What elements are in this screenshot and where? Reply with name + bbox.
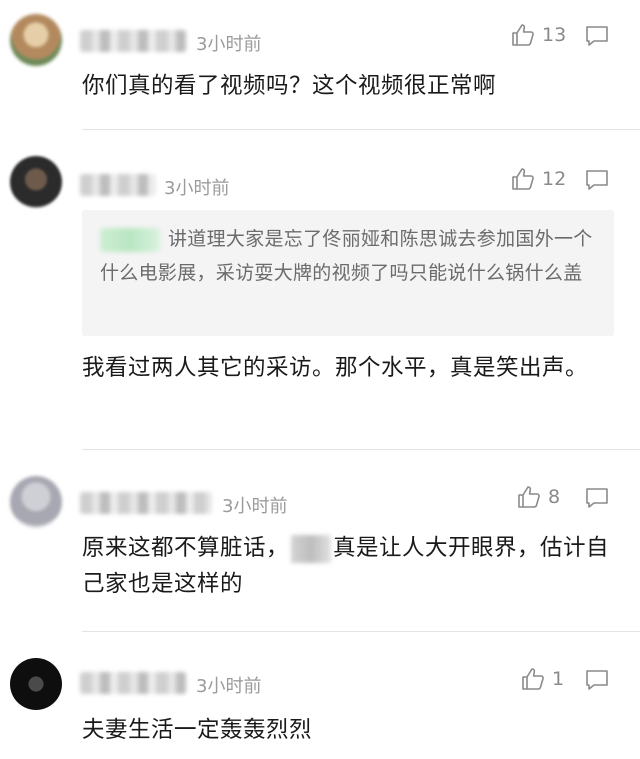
quoted-comment[interactable]: 讲道理大家是忘了佟丽娅和陈思诚去参加国外一个什么电影展，采访耍大牌的视频了吗只能… — [82, 210, 614, 336]
thumbs-up-icon — [510, 22, 536, 48]
quoted-username-blurred — [100, 227, 160, 252]
like-button[interactable]: 8 — [516, 484, 560, 510]
comment-time: 3小时前 — [196, 676, 262, 697]
like-count: 1 — [552, 668, 565, 690]
like-count: 13 — [542, 24, 567, 46]
like-button[interactable]: 12 — [510, 166, 566, 192]
comment-item: 3小时前 13 你们真的看了视频吗？这个视频很正常啊 — [0, 0, 640, 130]
avatar[interactable] — [10, 156, 62, 208]
comment-text: 我看过两人其它的采访。那个水平，真是笑出声。 — [82, 355, 589, 381]
comment-text-part: 原来这都不算脏话， — [82, 535, 290, 561]
username-blurred[interactable] — [80, 672, 186, 694]
like-button[interactable]: 1 — [520, 666, 564, 692]
thumbs-up-icon — [510, 166, 536, 192]
reply-button[interactable] — [584, 668, 610, 692]
blurred-word — [291, 534, 332, 563]
username-blurred[interactable] — [80, 174, 156, 196]
username-blurred[interactable] — [80, 492, 212, 514]
avatar[interactable] — [10, 14, 62, 66]
thumbs-up-icon — [520, 666, 546, 692]
comment-item: 3小时前 8 原来这都不算脏话， 真是让人大开眼界，估计自己家也是这样的 — [0, 450, 640, 632]
comment-bubble-icon — [584, 668, 610, 692]
reply-button[interactable] — [584, 24, 610, 48]
quoted-text: 讲道理大家是忘了佟丽娅和陈思诚去参加国外一个什么电影展，采访耍大牌的视频了吗只能… — [100, 228, 593, 284]
comment-text: 夫妻生活一定轰轰烈烈 — [82, 717, 313, 743]
avatar[interactable] — [10, 658, 62, 710]
comment-item: 3小时前 12 讲道理大家是忘了佟丽娅和陈思诚去参加国外一个什么电影展，采访耍大… — [0, 130, 640, 450]
avatar[interactable] — [10, 476, 62, 528]
comment-item: 3小时前 1 夫妻生活一定轰轰烈烈 — [0, 632, 640, 759]
username-blurred[interactable] — [80, 30, 186, 52]
comment-time: 3小时前 — [196, 34, 262, 55]
like-count: 12 — [542, 168, 567, 190]
comment-bubble-icon — [584, 486, 610, 510]
reply-button[interactable] — [584, 486, 610, 510]
comment-bubble-icon — [584, 168, 610, 192]
comment-time: 3小时前 — [164, 178, 230, 199]
like-count: 8 — [548, 486, 561, 508]
comment-bubble-icon — [584, 24, 610, 48]
comment-time: 3小时前 — [222, 496, 288, 517]
comment-text: 你们真的看了视频吗？这个视频很正常啊 — [82, 73, 497, 99]
reply-button[interactable] — [584, 168, 610, 192]
like-button[interactable]: 13 — [510, 22, 566, 48]
thumbs-up-icon — [516, 484, 542, 510]
comment-text: 原来这都不算脏话， 真是让人大开眼界，估计自己家也是这样的 — [82, 530, 610, 602]
